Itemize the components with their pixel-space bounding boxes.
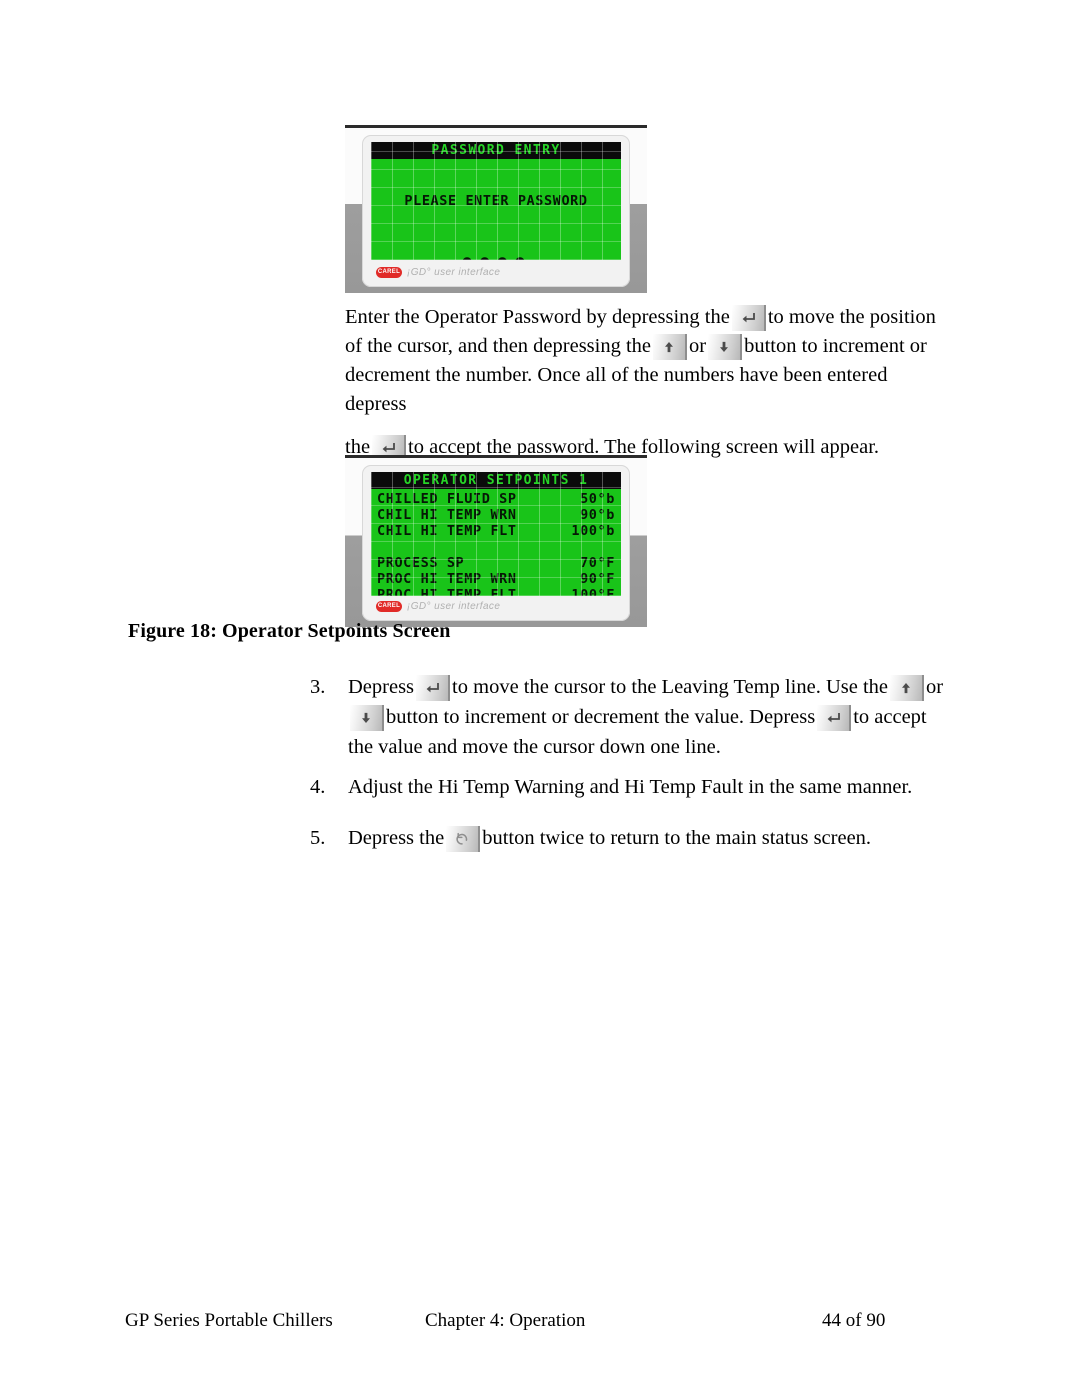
setpoint-row: PROC HI TEMP FLT 100°F [375,587,617,596]
enter-key-icon [731,305,766,331]
step3-seg2: to move the cursor to the Leaving Temp l… [452,676,889,698]
list-item: 4. Adjust the Hi Temp Warning and Hi Tem… [310,772,950,802]
page-footer: GP Series Portable Chillers Chapter 4: O… [0,1310,1080,1340]
carel-logo: CAREL [376,266,402,278]
para1-seg3: the cursor, and then depressing the [367,335,652,357]
footer-page-number: 44 of 90 [822,1310,886,1331]
setpoint-row: PROC HI TEMP WRN 90°F [375,571,617,587]
device-brandbar: CAREL ¡GD° user interface [371,262,621,282]
list-body: Depress the button twice to return to the… [348,823,950,853]
device-bezel: PASSWORD ENTRY PLEASE ENTER PASSWORD 000… [362,135,630,287]
down-arrow-key-icon [708,334,743,360]
list-number: 4. [310,776,326,798]
list-body: Depress to move the cursor to the Leaving… [348,672,950,762]
setpoint-value: 100°b [571,523,615,539]
instruction-paragraph: Enter the Operator Password by depressin… [345,303,945,462]
device-brandbar: CAREL ¡GD° user interface [371,596,621,616]
enter-key-icon [817,705,852,731]
setpoint-label: CHIL HI TEMP FLT [377,523,517,539]
setpoint-label: PROC HI TEMP FLT [377,587,517,596]
device-bezel: OPERATOR SETPOINTS 1 CHILLED FLUID SP 50°… [362,465,630,621]
setpoint-row: PROCESS SP 70°F [375,555,617,571]
setpoint-value: 50°b [580,491,615,507]
list-number: 5. [310,827,326,849]
setpoint-row: CHIL HI TEMP FLT 100°b [375,523,617,539]
footer-center-text: Chapter 4: Operation [425,1310,586,1331]
step4-seg1: Adjust the Hi Temp Warning and Hi Temp F… [348,776,913,798]
setpoints-lcd-screen: OPERATOR SETPOINTS 1 CHILLED FLUID SP 50°… [371,472,621,596]
brand-text: ¡GD° user interface [407,266,501,278]
footer-left-text: GP Series Portable Chillers [125,1310,333,1331]
setpoint-value: 90°b [580,507,615,523]
setpoints-lcd-body: CHILLED FLUID SP 50°b CHIL HI TEMP WRN 90°b… [371,489,621,596]
step5-seg1: Depress the [348,827,445,849]
password-entry-device-figure: PASSWORD ENTRY PLEASE ENTER PASSWORD 000… [345,125,647,293]
up-arrow-key-icon [653,334,688,360]
password-value-digits: 0000 [375,241,617,260]
step3-seg3: or [926,676,944,698]
password-lcd-screen: PASSWORD ENTRY PLEASE ENTER PASSWORD 000… [371,142,621,260]
password-prompt-text: PLEASE ENTER PASSWORD [404,193,588,209]
operator-setpoints-device-figure: OPERATOR SETPOINTS 1 CHILLED FLUID SP 50°… [345,455,647,627]
list-item: 5. Depress the button twice to return to … [310,823,950,853]
down-arrow-key-icon [350,705,384,731]
setpoints-lcd-title: OPERATOR SETPOINTS 1 [371,472,621,489]
step3-seg4: button to increment or decrement the val… [386,706,816,728]
step5-seg2: button twice to return to the main statu… [482,827,872,849]
password-lcd-title: PASSWORD ENTRY [371,142,621,159]
setpoint-row: CHIL HI TEMP WRN 90°b [375,507,617,523]
setpoint-blank-row [375,539,617,555]
para1-seg4: or [689,335,707,357]
setpoint-value: 100°F [571,587,615,596]
para1-seg6: decrement the number. Once all of the nu… [345,364,888,415]
setpoint-label: PROCESS SP [377,555,465,571]
para1-seg5: button to increment or [744,335,927,357]
para1-seg1: Enter the Operator Password by depressin… [345,306,730,328]
list-item: 3. Depress to move the cursor to the Leav… [310,672,950,762]
list-number: 3. [310,676,326,698]
step3-seg6: value and move the cursor down one line. [378,736,721,758]
setpoint-row: CHILLED FLUID SP 50°b [375,491,617,507]
brand-text: ¡GD° user interface [407,600,501,612]
password-lcd-body: PLEASE ENTER PASSWORD 0000 [371,159,621,260]
list-body: Adjust the Hi Temp Warning and Hi Temp F… [348,772,950,802]
figure-caption: Figure 18: Operator Setpoints Screen [128,620,451,642]
up-arrow-key-icon [890,675,925,701]
back-escape-key-icon [446,826,481,852]
step3-seg1: Depress [348,676,415,698]
setpoint-label: PROC HI TEMP WRN [377,571,517,587]
carel-logo: CAREL [376,600,402,612]
setpoint-value: 90°F [580,571,615,587]
enter-key-icon [416,675,451,701]
setpoint-label: CHIL HI TEMP WRN [377,507,517,523]
setpoint-label: CHILLED FLUID SP [377,491,517,507]
setpoint-value: 70°F [580,555,615,571]
